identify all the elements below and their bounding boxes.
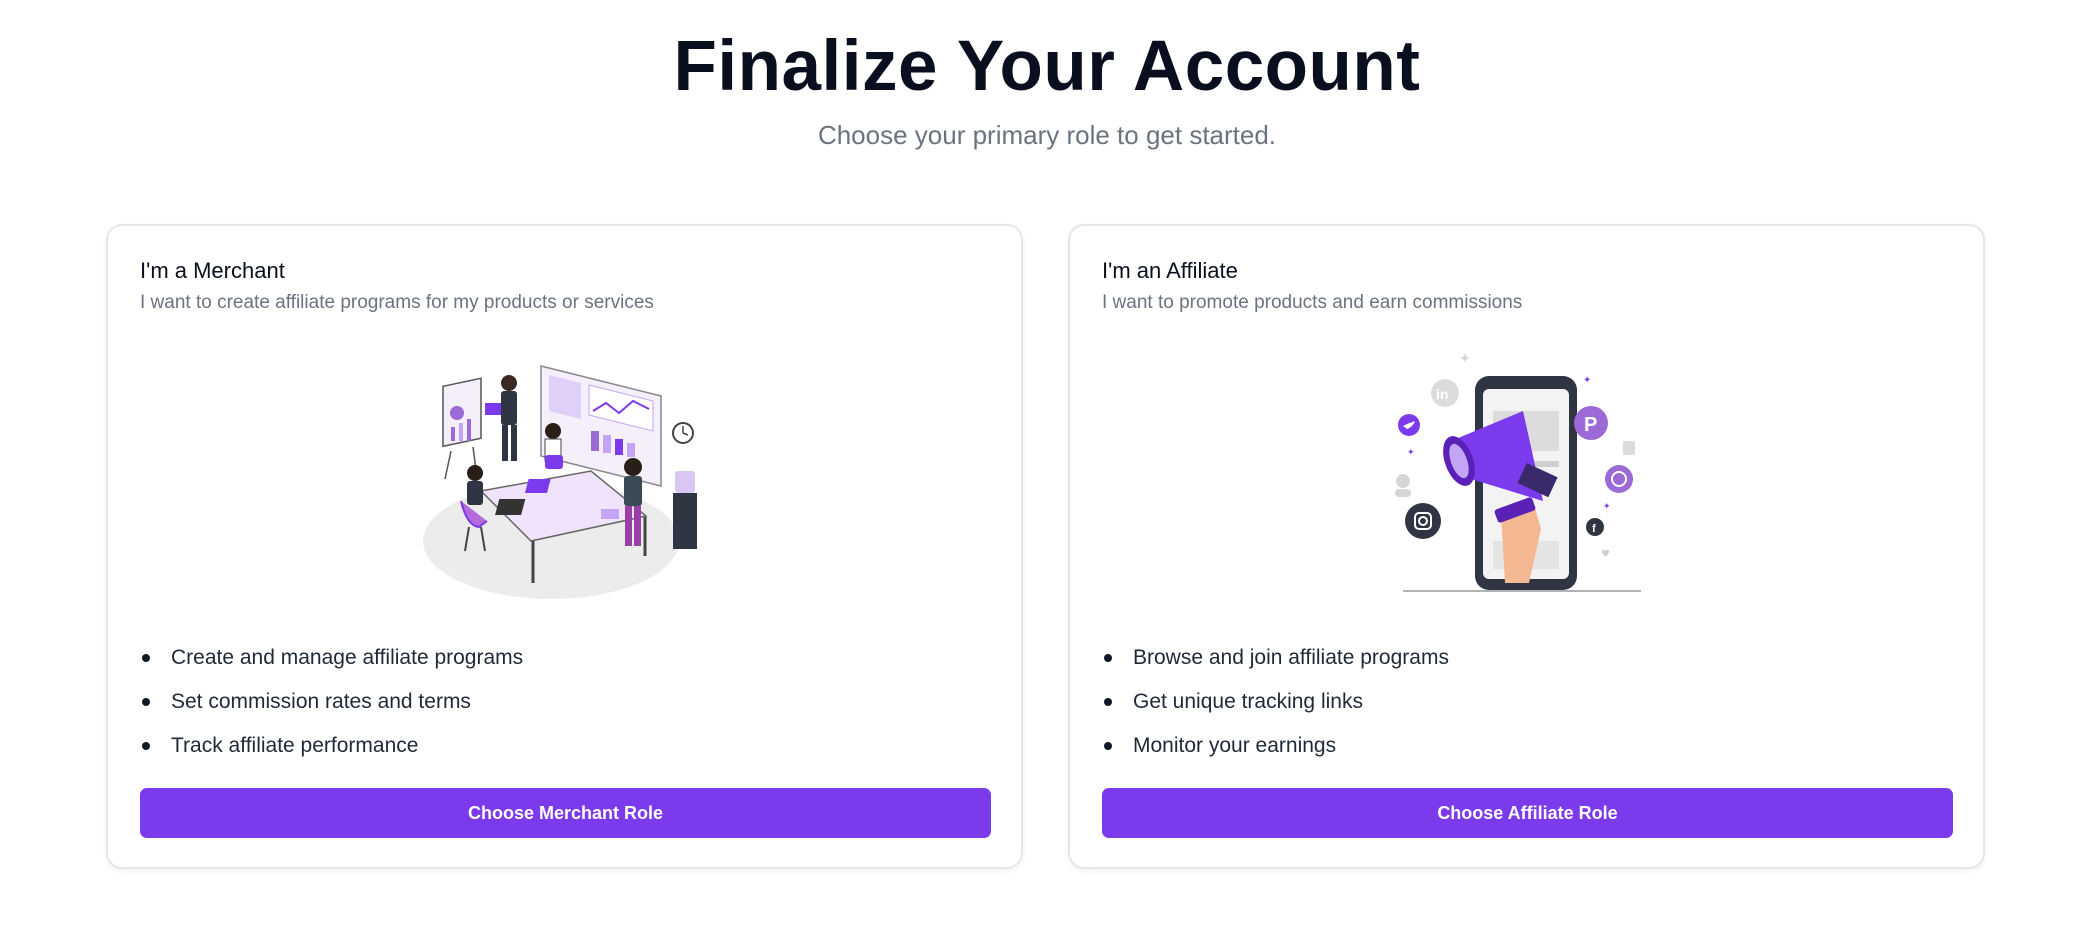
- choose-affiliate-role-button[interactable]: Choose Affiliate Role: [1102, 788, 1953, 838]
- team-office-illustration: [423, 365, 697, 599]
- bullet-icon: [142, 654, 150, 662]
- bullet-icon: [142, 742, 150, 750]
- svg-text:in: in: [1436, 386, 1448, 402]
- feature-text: Browse and join affiliate programs: [1133, 646, 1449, 669]
- feature-text: Create and manage affiliate programs: [171, 646, 524, 669]
- bullet-icon: [1104, 654, 1112, 662]
- feature-text: Monitor your earnings: [1133, 734, 1337, 757]
- bullet-icon: [142, 698, 150, 706]
- list-item: Monitor your earnings: [1102, 724, 1449, 768]
- svg-text:✦: ✦: [1583, 375, 1591, 386]
- list-item: Track affiliate performance: [140, 724, 523, 768]
- megaphone-phone-illustration: in P f ✦ ✦ ✦ ✦ ♥: [1395, 351, 1641, 592]
- svg-text:♥: ♥: [1601, 549, 1610, 560]
- svg-text:✦: ✦: [1603, 502, 1611, 512]
- list-item: Get unique tracking links: [1102, 680, 1449, 724]
- role-selection-page: Finalize Your Account Choose your primar…: [0, 0, 2094, 945]
- svg-text:✦: ✦: [1407, 448, 1415, 458]
- merchant-feature-list: Create and manage affiliate programs Set…: [140, 636, 523, 768]
- affiliate-card-description: I want to promote products and earn comm…: [1102, 292, 1523, 313]
- merchant-role-card[interactable]: I'm a Merchant I want to create affiliat…: [106, 224, 1023, 869]
- feature-text: Get unique tracking links: [1133, 690, 1363, 713]
- feature-text: Track affiliate performance: [171, 734, 419, 757]
- affiliate-role-card[interactable]: I'm an Affiliate I want to promote produ…: [1068, 224, 1985, 869]
- svg-text:✦: ✦: [1459, 351, 1471, 367]
- affiliate-card-title: I'm an Affiliate: [1102, 258, 1238, 283]
- list-item: Browse and join affiliate programs: [1102, 636, 1449, 680]
- affiliate-feature-list: Browse and join affiliate programs Get u…: [1102, 636, 1449, 768]
- bullet-icon: [1104, 698, 1112, 706]
- feature-text: Set commission rates and terms: [171, 690, 471, 713]
- merchant-card-title: I'm a Merchant: [140, 258, 285, 283]
- list-item: Set commission rates and terms: [140, 680, 523, 724]
- bullet-icon: [1104, 742, 1112, 750]
- page-title: Finalize Your Account: [673, 27, 1421, 106]
- svg-text:P: P: [1584, 414, 1597, 436]
- list-item: Create and manage affiliate programs: [140, 636, 523, 680]
- merchant-card-description: I want to create affiliate programs for …: [140, 292, 654, 313]
- choose-merchant-role-button[interactable]: Choose Merchant Role: [140, 788, 991, 838]
- page-subtitle: Choose your primary role to get started.: [817, 120, 1277, 150]
- svg-text:f: f: [1592, 523, 1596, 535]
